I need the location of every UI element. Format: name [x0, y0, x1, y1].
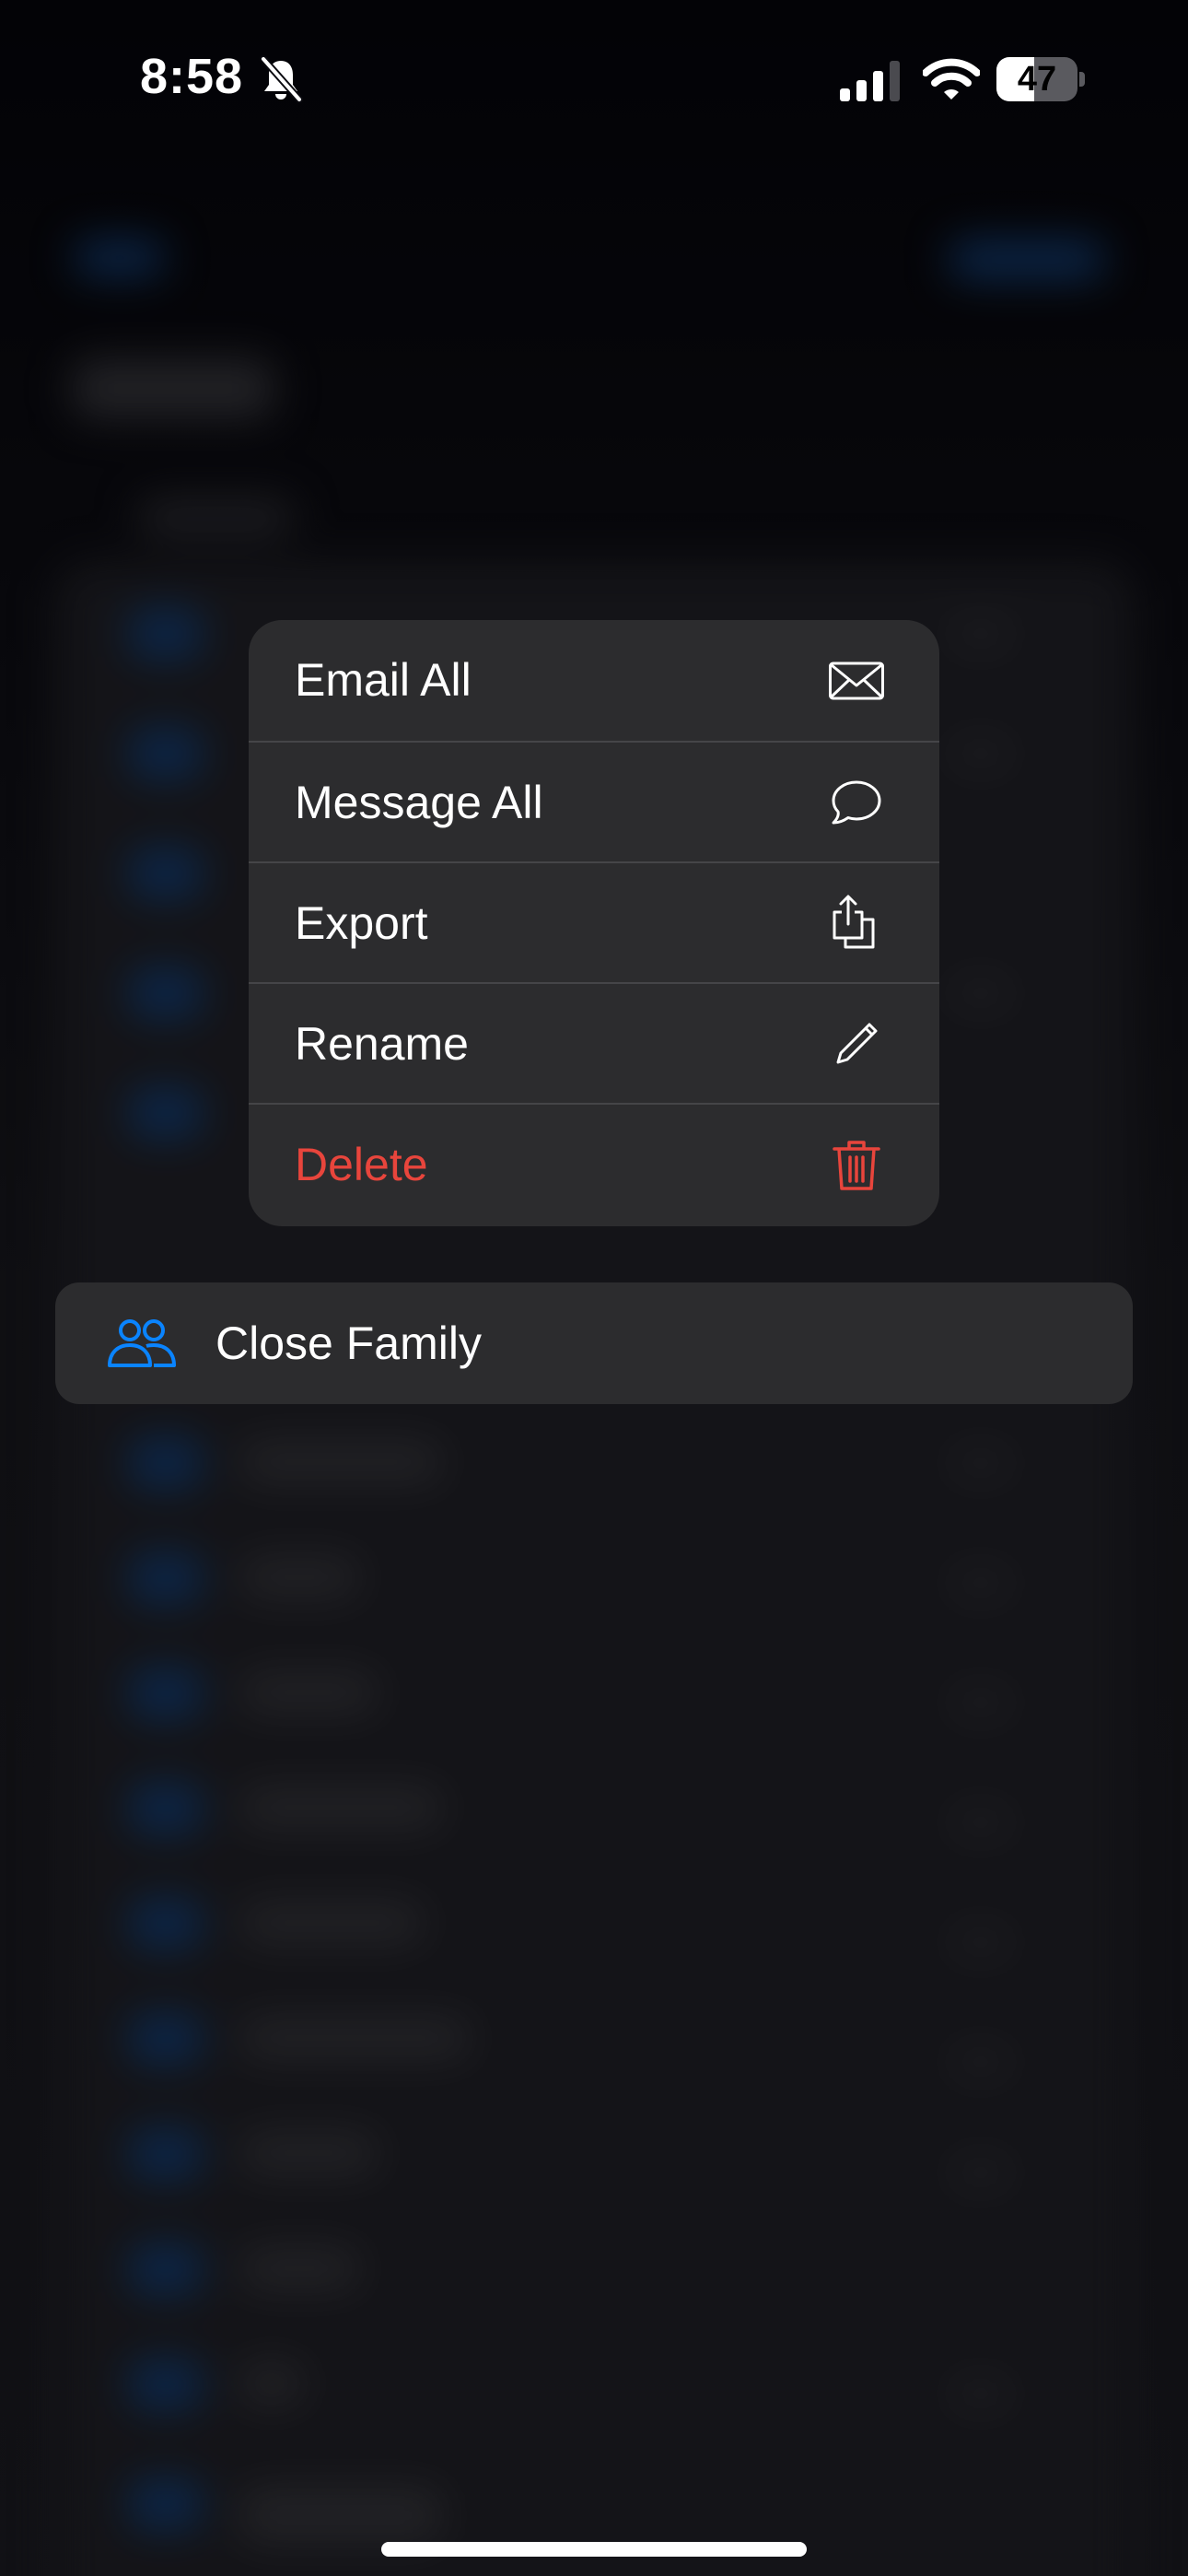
- menu-item-label: Export: [295, 897, 428, 949]
- menu-item-email-all[interactable]: Email All: [249, 620, 939, 741]
- group-row-close-family[interactable]: Close Family: [55, 1282, 1133, 1404]
- trash-icon: [833, 1141, 880, 1190]
- people-icon: [108, 1319, 176, 1367]
- context-menu: Email All Message All Export Rename Dele…: [249, 620, 939, 1226]
- menu-item-label: Message All: [295, 777, 543, 828]
- home-indicator[interactable]: [381, 2542, 807, 2557]
- menu-item-delete[interactable]: Delete: [249, 1103, 939, 1225]
- wifi-icon: [923, 58, 980, 100]
- bell-slash-icon: [260, 55, 303, 103]
- menu-item-label: Email All: [295, 654, 472, 706]
- menu-item-label: Rename: [295, 1018, 469, 1070]
- menu-item-message-all[interactable]: Message All: [249, 741, 939, 863]
- envelope-icon: [829, 662, 884, 700]
- group-label: Close Family: [215, 1317, 482, 1369]
- menu-item-export[interactable]: Export: [249, 861, 939, 984]
- pencil-icon: [836, 1023, 878, 1064]
- status-time: 8:58: [140, 49, 244, 104]
- speech-bubble-icon: [832, 780, 881, 825]
- battery-indicator: 47: [996, 57, 1085, 101]
- share-icon: [833, 895, 875, 949]
- battery-percent: 47: [1017, 60, 1057, 99]
- menu-item-rename[interactable]: Rename: [249, 982, 939, 1105]
- cellular-signal-icon: [840, 61, 900, 101]
- menu-item-label: Delete: [295, 1139, 428, 1190]
